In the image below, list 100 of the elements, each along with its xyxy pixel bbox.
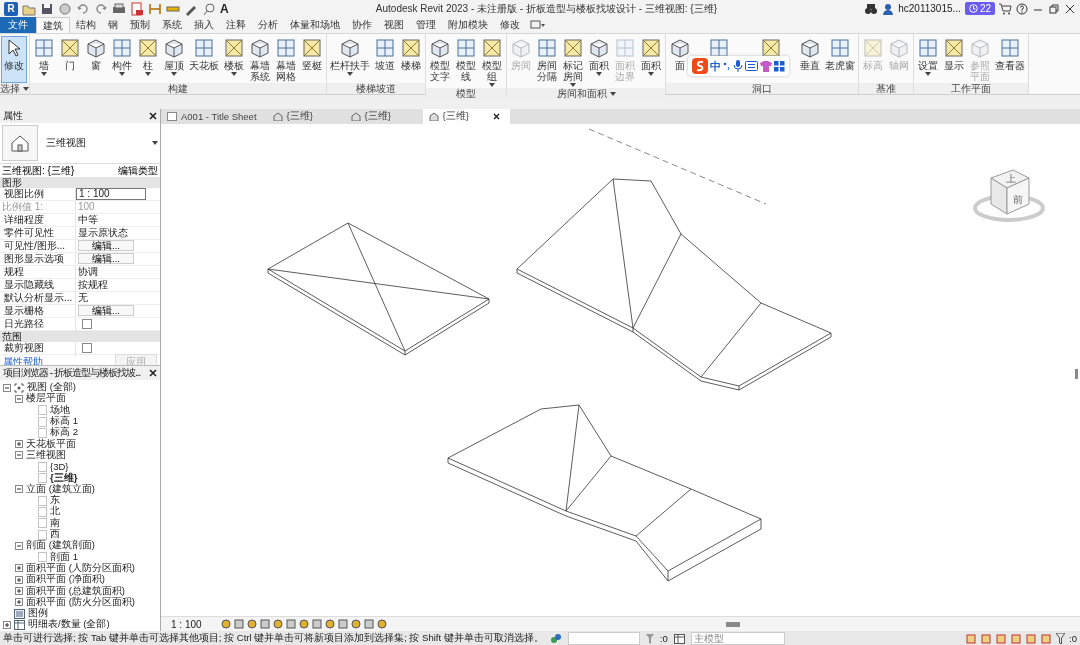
ribbon-button[interactable]: 楼梯 [398, 36, 424, 83]
tree-item[interactable]: 南 [50, 516, 60, 530]
property-field[interactable]: 1 : 100 [76, 188, 146, 200]
ribbon-button[interactable]: 幕墙网格 [273, 36, 299, 83]
edit-button[interactable]: 编辑... [78, 253, 134, 264]
scrollbar[interactable] [726, 621, 740, 627]
tree-item[interactable]: 天花板平面 [26, 437, 76, 451]
workset-icon[interactable] [549, 633, 562, 644]
microphone-icon[interactable] [733, 60, 743, 72]
tree-item[interactable]: 西 [50, 528, 60, 541]
ribbon-button[interactable]: 幕墙系统 [247, 36, 273, 83]
ribbon-button[interactable]: 老虎窗 [823, 36, 857, 83]
expand-toggle[interactable] [15, 587, 23, 595]
ime-mode[interactable]: 中 [710, 58, 721, 74]
expand-toggle[interactable] [15, 541, 23, 550]
close-icon[interactable] [492, 113, 500, 120]
ribbon-tab[interactable]: 结构 [70, 17, 102, 33]
expand-toggle[interactable] [15, 451, 23, 460]
document-icon[interactable] [130, 1, 144, 16]
tree-item[interactable]: 面积平面 (总建筑面积) [26, 584, 125, 598]
ribbon-tab[interactable]: 注释 [220, 17, 252, 33]
expand-toggle[interactable] [15, 394, 23, 403]
ribbon-button[interactable]: 栏杆扶手 [328, 36, 372, 83]
ribbon-button[interactable]: 查看器 [993, 36, 1027, 83]
ribbon-button[interactable]: 标记房间 [560, 36, 586, 88]
ribbon-button[interactable]: 面积 [638, 36, 664, 88]
view-tab[interactable]: {三维} [422, 109, 510, 124]
redo-icon[interactable] [94, 1, 108, 16]
shirt-icon[interactable] [760, 60, 772, 72]
trial-badge[interactable]: 22 [964, 2, 995, 15]
tree-item[interactable]: 北 [50, 505, 60, 519]
ribbon-tab[interactable]: 分析 [252, 17, 284, 33]
view-tab[interactable]: A001 - Title Sheet [161, 109, 267, 124]
tree-item[interactable]: 标高 2 [50, 426, 78, 440]
group-header[interactable]: 范围 [0, 331, 160, 342]
expand-toggle[interactable] [15, 598, 23, 607]
panel-footer[interactable]: 房间和面积 [507, 88, 665, 99]
tree-item[interactable]: 面积平面 (净面积) [26, 573, 105, 587]
ribbon-tab[interactable]: 修改 [494, 17, 526, 33]
tree-item[interactable]: {三维} [50, 471, 78, 485]
edit-type-button[interactable]: 编辑类型 [118, 163, 158, 178]
view-scale[interactable]: 1 : 100 [171, 618, 202, 630]
dropdown-icon[interactable] [530, 18, 546, 32]
ribbon-tab[interactable]: 体量和场地 [284, 17, 346, 33]
edit-button[interactable]: 编辑... [78, 240, 134, 251]
user-icon[interactable] [882, 2, 895, 15]
ribbon-button[interactable]: 构件 [109, 36, 135, 83]
tree-item[interactable]: 面积平面 (防火分区面积) [26, 595, 135, 609]
expand-toggle[interactable] [3, 383, 11, 392]
scrollbar[interactable] [1075, 368, 1078, 379]
expand-toggle[interactable] [15, 440, 23, 449]
ribbon-button[interactable]: 模型组 [479, 36, 505, 88]
help-link[interactable]: 属性帮助 [3, 354, 43, 365]
tree-item[interactable]: 三维视图 [26, 448, 66, 462]
tree-item[interactable]: 立面 (建筑立面) [26, 482, 95, 496]
expand-toggle[interactable] [15, 575, 23, 584]
model-dropdown[interactable]: 主模型 [690, 632, 785, 645]
ribbon-button[interactable]: 模型文字 [427, 36, 453, 88]
ribbon-button[interactable]: 房间分隔 [534, 36, 560, 88]
ribbon-button[interactable]: 竖梃 [299, 36, 325, 83]
user-name[interactable]: hc20113015... [898, 3, 961, 14]
ime-logo-icon[interactable] [692, 58, 708, 74]
save-icon[interactable] [40, 1, 54, 16]
checkbox[interactable] [82, 319, 92, 329]
apps-icon[interactable] [774, 60, 785, 72]
edit-button[interactable]: 编辑... [78, 305, 134, 316]
tree-item[interactable]: 明细表/数量 (全部) [28, 618, 110, 631]
ribbon-button[interactable]: 显示 [941, 36, 967, 83]
help-icon[interactable] [1016, 2, 1028, 15]
close-icon[interactable] [1064, 2, 1076, 15]
print-icon[interactable] [112, 1, 126, 16]
ribbon-button[interactable]: 修改 [1, 36, 27, 83]
cart-icon[interactable] [999, 2, 1012, 15]
ribbon-tab[interactable]: 钢 [102, 17, 124, 33]
tree-item[interactable]: 剖面 (建筑剖面) [26, 539, 95, 553]
view-tab[interactable]: {三维} [266, 109, 345, 124]
ribbon-button[interactable]: 屋顶 [161, 36, 187, 83]
ribbon-tab[interactable]: 协作 [346, 17, 378, 33]
sun-icon[interactable] [246, 619, 257, 629]
ribbon-tab[interactable]: 视图 [378, 17, 410, 33]
drawing-canvas[interactable]: 上 前 [161, 123, 1080, 617]
ribbon-tab[interactable]: 系统 [156, 17, 188, 33]
tree-item[interactable]: 楼层平面 [26, 392, 66, 406]
close-icon[interactable] [149, 369, 157, 377]
tree-item[interactable]: 面积平面 (人防分区面积) [26, 561, 135, 575]
keyboard-icon[interactable] [745, 61, 758, 71]
expand-toggle[interactable] [3, 620, 11, 629]
punctuation-icon[interactable] [723, 61, 731, 71]
expand-toggle[interactable] [15, 564, 23, 573]
ribbon-button[interactable]: 楼板 [221, 36, 247, 83]
restore-icon[interactable] [1048, 2, 1060, 15]
ribbon-button[interactable]: 设置 [915, 36, 941, 83]
ribbon-button[interactable]: 垂直 [797, 36, 823, 83]
ribbon-button[interactable]: 坡道 [372, 36, 398, 83]
close-icon[interactable] [149, 112, 157, 120]
ribbon-button[interactable]: 天花板 [187, 36, 221, 83]
ribbon-tab[interactable]: 建筑 [36, 17, 70, 33]
tree-item[interactable]: 剖面 1 [50, 550, 78, 564]
expand-toggle[interactable] [15, 485, 23, 494]
filter-icon[interactable] [1056, 633, 1066, 644]
